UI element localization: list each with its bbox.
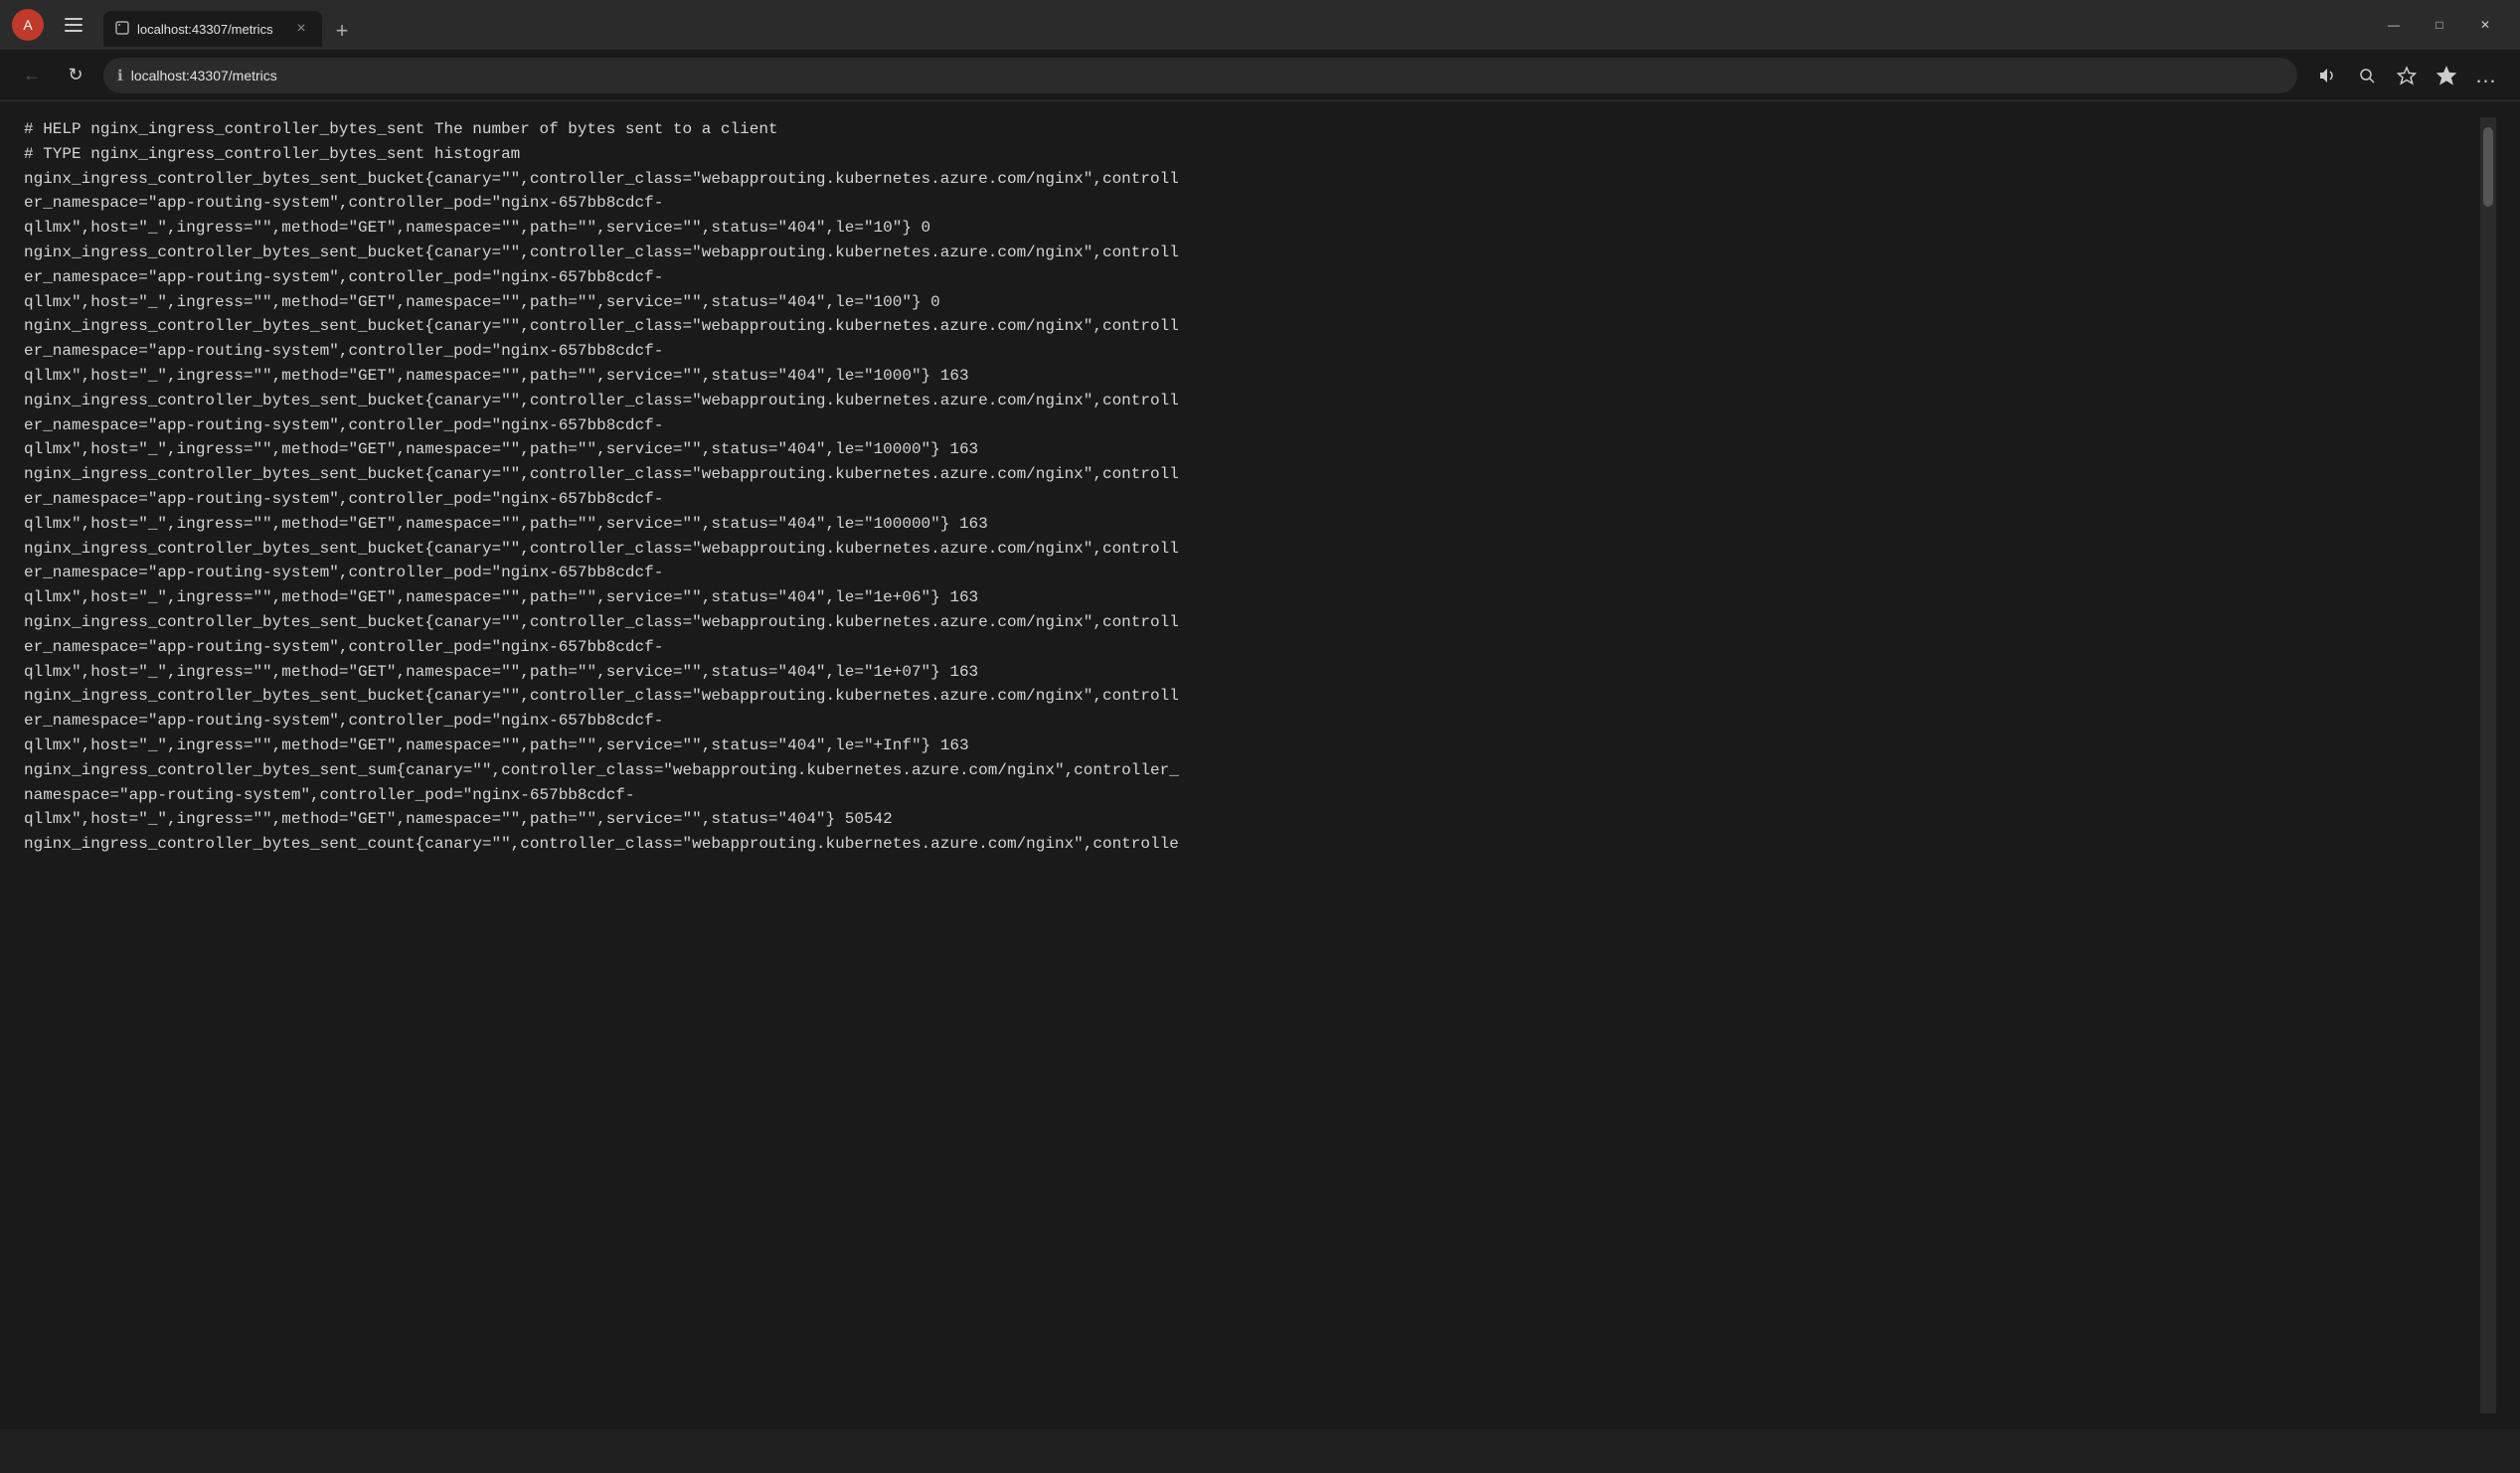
url-display: localhost:43307/metrics <box>131 68 2283 83</box>
close-button[interactable]: ✕ <box>2462 9 2508 41</box>
more-button[interactable]: … <box>2468 58 2504 93</box>
back-button[interactable]: ← <box>16 60 48 91</box>
window-controls: — □ ✕ <box>2371 0 2508 50</box>
favorites-button[interactable] <box>2389 58 2425 93</box>
minimize-button[interactable]: — <box>2371 9 2417 41</box>
scrollbar[interactable] <box>2480 117 2496 1413</box>
scrollbar-thumb[interactable] <box>2483 127 2493 207</box>
tab-title: localhost:43307/metrics <box>137 22 284 37</box>
addressbar-actions: … <box>2309 58 2504 93</box>
titlebar: A localhost:43307/metrics × + — □ ✕ <box>0 0 2520 50</box>
content-area: # HELP nginx_ingress_controller_bytes_se… <box>0 101 2520 1429</box>
tab-page-icon <box>115 21 129 38</box>
addressbar: ← ↻ ℹ localhost:43307/metrics <box>0 50 2520 101</box>
zoom-button[interactable] <box>2349 58 2385 93</box>
new-tab-button[interactable]: + <box>326 15 358 47</box>
info-icon: ℹ <box>117 67 123 84</box>
tab-close-button[interactable]: × <box>292 20 310 38</box>
collections-button[interactable] <box>2429 58 2464 93</box>
refresh-button[interactable]: ↻ <box>60 60 91 91</box>
active-tab[interactable]: localhost:43307/metrics × <box>103 11 322 47</box>
tabbar: localhost:43307/metrics × + <box>103 3 2355 47</box>
metrics-content: # HELP nginx_ingress_controller_bytes_se… <box>24 117 2480 1413</box>
read-aloud-button[interactable] <box>2309 58 2345 93</box>
avatar: A <box>12 9 44 41</box>
maximize-button[interactable]: □ <box>2417 9 2462 41</box>
sidebar-toggle-button[interactable] <box>60 11 87 39</box>
address-box[interactable]: ℹ localhost:43307/metrics <box>103 58 2297 93</box>
